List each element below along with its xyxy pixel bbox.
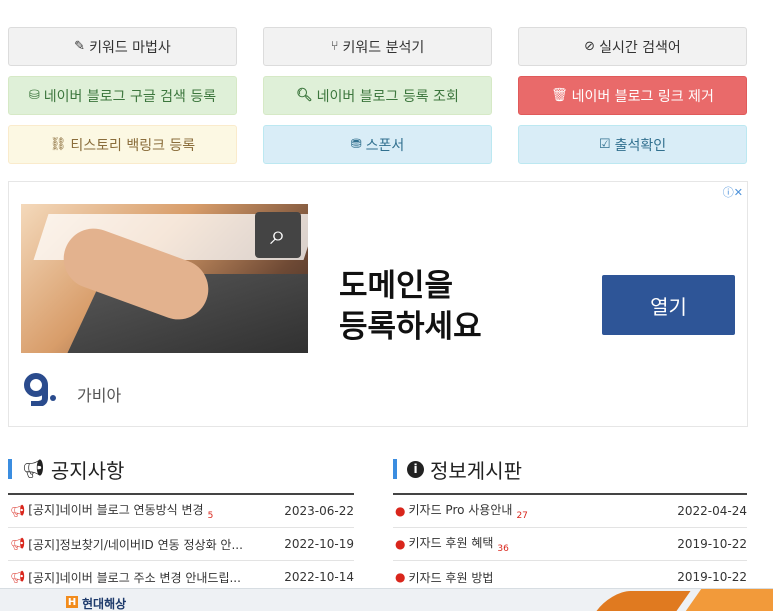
- post-date: 2023-06-22: [284, 504, 354, 518]
- info-board: i 정보게시판 ● 키자드 Pro 사용안내 27 2022-04-24 ● 키자…: [393, 455, 747, 594]
- naver-google-register-label: 네이버 블로그 구글 검색 등록: [43, 88, 217, 105]
- tistory-backlink-button[interactable]: ⛓ 티스토리 백링크 등록: [8, 125, 237, 164]
- info-circle-icon: i: [407, 460, 424, 478]
- post-date: 2022-10-14: [284, 570, 354, 584]
- post-date: 2019-10-22: [677, 537, 747, 551]
- keyword-wizard-button[interactable]: ✎ 키워드 마법사: [8, 27, 237, 66]
- banner-brand: 현대해상: [82, 597, 127, 611]
- ad-headline: 도메인을 등록하세요: [339, 268, 482, 345]
- naver-register-check-label: 네이버 블로그 등록 조회: [316, 88, 459, 105]
- naver-google-register-button[interactable]: ⛁ 네이버 블로그 구글 검색 등록: [8, 76, 237, 115]
- info-header: i 정보게시판: [393, 455, 747, 483]
- sponsor-button[interactable]: ⛃ 스폰서: [263, 125, 492, 164]
- trash-icon: 🗑︎: [551, 88, 568, 103]
- info-row[interactable]: ● 키자드 Pro 사용안내 27 2022-04-24: [393, 495, 747, 528]
- info-circle-icon: ●: [395, 537, 406, 551]
- ad-brand-name: 가비아: [77, 386, 122, 405]
- info-circle-icon: ●: [395, 504, 406, 518]
- keyword-wizard-label: 키워드 마법사: [89, 39, 171, 56]
- attendance-label: 출석확인: [614, 137, 667, 154]
- magic-wand-icon: ✎: [74, 39, 86, 54]
- naver-link-remove-label: 네이버 블로그 링크 제거: [571, 88, 714, 105]
- megaphone-icon: 📢︎: [10, 537, 26, 551]
- database-icon: ⛁: [28, 88, 40, 103]
- comment-count: 27: [516, 510, 528, 521]
- bottom-banner-ad[interactable]: H 현대해상: [0, 588, 773, 611]
- naver-link-remove-button[interactable]: 🗑︎ 네이버 블로그 링크 제거: [518, 76, 747, 115]
- megaphone-icon: 📢︎: [22, 458, 45, 480]
- ad-open-button[interactable]: 열기: [602, 275, 735, 335]
- realtime-search-button[interactable]: ⊘ 실시간 검색어: [518, 27, 747, 66]
- comment-count: 5: [207, 510, 214, 521]
- notice-header: 📢︎ 공지사항: [8, 455, 354, 483]
- post-date: 2022-10-19: [284, 537, 354, 551]
- ad-close-icon[interactable]: ⓘ✕: [723, 184, 743, 200]
- megaphone-icon: 📢︎: [10, 570, 26, 584]
- realtime-search-label: 실시간 검색어: [599, 39, 681, 56]
- notice-title: 공지사항: [50, 458, 125, 483]
- gabia-logo-icon: [24, 373, 56, 406]
- comment-count: 36: [497, 543, 509, 554]
- compass-icon: ⊘: [584, 39, 596, 54]
- search-icon: 🔍︎: [296, 88, 313, 103]
- link-icon: ⛓: [49, 137, 67, 152]
- sponsor-label: 스폰서: [365, 137, 405, 154]
- info-circle-icon: ●: [395, 570, 406, 584]
- hyundai-logo-icon: H: [66, 596, 78, 608]
- notice-row[interactable]: 📢︎ [공지]네이버 블로그 연동방식 변경 5 2023-06-22: [8, 495, 354, 528]
- notice-row[interactable]: 📢︎ [공지]정보찾기/네이버ID 연동 정상화 안... 2022-10-19: [8, 528, 354, 561]
- advertisement[interactable]: ⓘ✕ ⌕ 도메인을 등록하세요 열기 가비아: [8, 181, 748, 427]
- branch-icon: ⑂: [330, 39, 339, 54]
- keyword-analyzer-label: 키워드 분석기: [342, 39, 425, 56]
- attendance-button[interactable]: ☑ 출석확인: [518, 125, 747, 164]
- info-row[interactable]: ● 키자드 후원 혜택 36 2019-10-22: [393, 528, 747, 561]
- page: ✎ 키워드 마법사 ⑂ 키워드 분석기 ⊘ 실시간 검색어 ⛁ 네이버 블로그 …: [0, 0, 773, 611]
- notice-board: 📢︎ 공지사항 📢︎ [공지]네이버 블로그 연동방식 변경 5 2023-06-…: [8, 455, 354, 594]
- calendar-check-icon: ☑: [598, 137, 611, 152]
- post-date: 2019-10-22: [677, 570, 747, 584]
- tistory-backlink-label: 티스토리 백링크 등록: [70, 137, 196, 154]
- naver-register-check-button[interactable]: 🔍︎ 네이버 블로그 등록 조회: [263, 76, 492, 115]
- post-date: 2022-04-24: [677, 504, 747, 518]
- magnifier-icon: ⌕: [255, 212, 301, 258]
- info-title: 정보게시판: [430, 458, 522, 483]
- coins-icon: ⛃: [350, 137, 362, 152]
- keyword-analyzer-button[interactable]: ⑂ 키워드 분석기: [263, 27, 492, 66]
- megaphone-icon: 📢︎: [10, 504, 26, 518]
- ad-image: ⌕: [21, 204, 308, 353]
